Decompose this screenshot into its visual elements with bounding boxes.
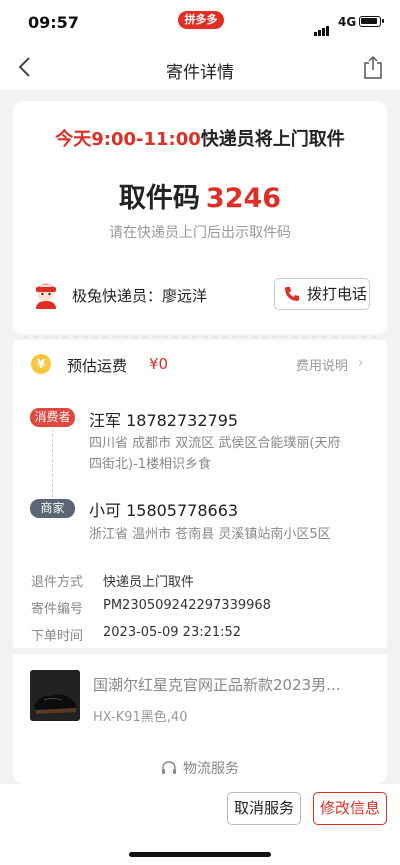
info-value: 2023-05-09 23:21:52 <box>103 625 242 640</box>
pickup-card: 今天9:00-11:00快递员将上门取件 取件码 3246 请在快递员上门后出示取… <box>13 101 387 334</box>
consumer-name-phone: 汪军 18782732795 <box>89 411 239 430</box>
modify-info-button[interactable]: 修改信息 <box>313 792 387 825</box>
cancel-service-button[interactable]: 取消服务 <box>227 792 301 825</box>
signal-icon <box>314 17 330 36</box>
product-card[interactable]: 国潮尔红星克官网正品新款2023男... HX-K91黑色,40 物流服务 <box>13 654 387 784</box>
product-image[interactable] <box>30 670 80 721</box>
home-indicator <box>129 852 271 857</box>
phone-icon <box>285 287 299 301</box>
bottom-action-bar: 取消服务 修改信息 <box>0 784 400 865</box>
app-badge: 拼多多 <box>178 11 224 29</box>
pickup-time-suffix: 快递员将上门取件 <box>200 129 345 150</box>
nav-bar: 寄件详情 <box>0 44 400 90</box>
status-time: 09:57 <box>28 13 79 32</box>
consumer-tag: 消费者 <box>30 408 75 427</box>
chevron-right-icon[interactable]: › <box>358 355 364 371</box>
logistics-service-link[interactable]: 物流服务 <box>13 758 387 778</box>
courier-avatar-icon <box>36 283 56 309</box>
product-title[interactable]: 国潮尔红星克官网正品新款2023男... <box>93 674 373 695</box>
fee-value: ¥0 <box>149 355 169 373</box>
share-icon[interactable] <box>361 54 385 80</box>
merchant-name-phone: 小可 15805778663 <box>89 501 239 520</box>
consumer-address-line2: 四街北)-1楼相识乡食 <box>89 457 212 472</box>
logistics-label: 物流服务 <box>183 761 239 777</box>
pickup-code-label: 取件码 <box>118 183 200 214</box>
status-bar: 09:57 拼多多 4G <box>0 0 400 44</box>
call-button-label: 拨打电话 <box>307 285 368 303</box>
network-type: 4G <box>338 15 357 29</box>
consumer-address-line1: 四川省 成都市 双流区 武侯区合能璞丽(天府 <box>89 436 341 451</box>
shipment-card: ¥ 预估运费 ¥0 费用说明 › 消费者 汪军 18782732795 四川省 … <box>13 340 387 648</box>
pickup-code-value: 3246 <box>205 183 282 214</box>
info-label: 下单时间 <box>31 629 84 644</box>
yen-coin-icon: ¥ <box>31 354 51 374</box>
product-sku: HX-K91黑色,40 <box>93 710 188 725</box>
call-button[interactable]: 拨打电话 <box>274 278 370 310</box>
pickup-time-window: 今天9:00-11:00 <box>55 129 201 150</box>
headset-icon <box>162 761 176 774</box>
info-value: PM230509242297339968 <box>103 598 271 613</box>
merchant-tag: 商家 <box>30 499 75 518</box>
courier-name: 极兔快递员：廖远洋 <box>72 287 208 305</box>
info-label: 退件方式 <box>31 575 84 590</box>
info-value: 快递员上门取件 <box>103 575 195 590</box>
info-label: 寄件编号 <box>31 602 84 617</box>
page-title: 寄件详情 <box>166 63 234 83</box>
merchant-address: 浙江省 温州市 苍南县 灵溪镇站南小区5区 <box>89 527 331 542</box>
pickup-time: 今天9:00-11:00快递员将上门取件 <box>13 125 387 151</box>
fee-explanation-link[interactable]: 费用说明 <box>296 355 348 374</box>
pickup-code: 取件码 3246 <box>13 176 387 215</box>
fee-label: 预估运费 <box>67 357 128 375</box>
battery-icon <box>359 16 384 27</box>
pickup-code-hint: 请在快递员上门后出示取件码 <box>109 225 291 241</box>
route-line <box>52 429 53 497</box>
divider <box>13 336 387 338</box>
